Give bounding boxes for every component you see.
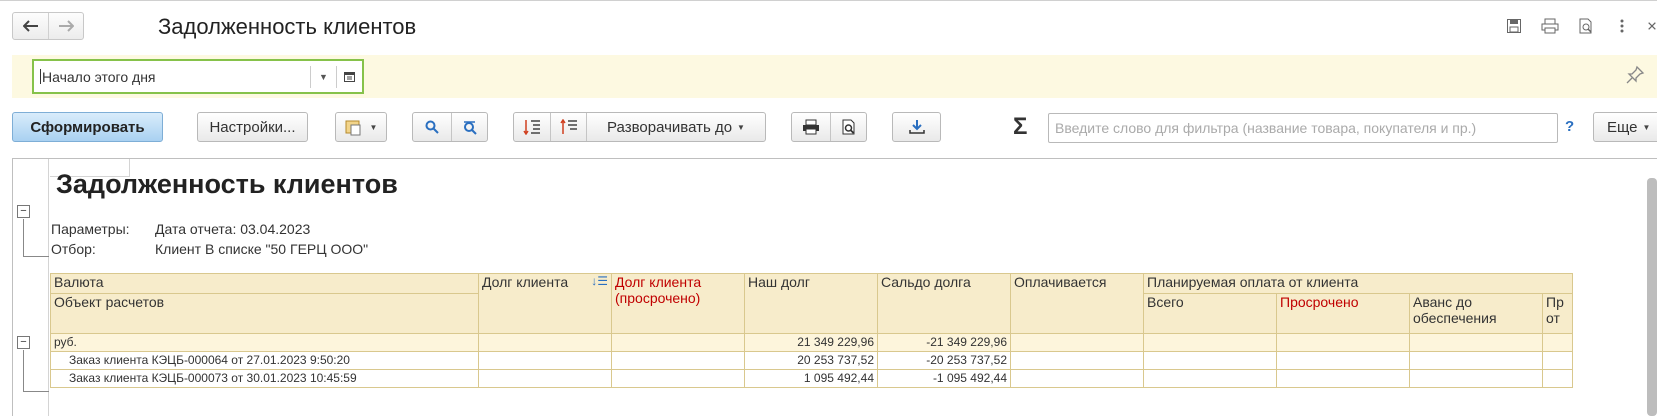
group-row[interactable]: руб. 21 349 229,96 -21 349 229,96 xyxy=(50,333,1573,352)
expand-all-button[interactable] xyxy=(514,113,550,141)
group-balance: -21 349 229,96 xyxy=(877,333,1011,352)
more-vertical-icon[interactable] xyxy=(1611,15,1633,37)
chevron-down-icon[interactable]: ▼ xyxy=(310,65,336,88)
search-icon xyxy=(425,120,439,134)
report-table: Валюта Долг клиента ↓☰ Долг клиента (про… xyxy=(50,273,1573,388)
collapse-levels-icon xyxy=(559,119,577,134)
header-row-1: Валюта Долг клиента ↓☰ Долг клиента (про… xyxy=(50,273,1573,334)
preview-button[interactable] xyxy=(830,113,866,141)
chevron-down-icon: ▼ xyxy=(1642,122,1651,132)
table-row[interactable]: Заказ клиента КЭЦБ-000064 от 27.01.2023 … xyxy=(50,351,1573,370)
download-icon xyxy=(908,120,925,134)
forward-button[interactable] xyxy=(48,13,83,39)
period-input[interactable]: Начало этого дня xyxy=(34,69,310,85)
report-params: Параметры: Дата отчета: 03.04.2023 xyxy=(51,221,310,237)
report-title: Задолженность клиентов xyxy=(56,169,398,199)
col-being-paid: Оплачивается xyxy=(1010,273,1144,334)
more-label: Еще xyxy=(1607,118,1638,136)
sort-desc-icon[interactable]: ↓☰ xyxy=(591,275,608,289)
col-advance: Аванс до обеспечения xyxy=(1409,293,1543,334)
sigma-icon[interactable]: Σ xyxy=(1013,113,1027,141)
row-balance: -20 253 737,52 xyxy=(877,351,1011,370)
filter-label: Отбор: xyxy=(51,241,96,257)
col-advance-line1: Аванс до xyxy=(1413,294,1472,311)
row-object[interactable]: Заказ клиента КЭЦБ-000064 от 27.01.2023 … xyxy=(50,351,479,370)
print-button[interactable] xyxy=(792,113,830,141)
arrow-right-icon xyxy=(59,20,74,32)
table-row[interactable]: Заказ клиента КЭЦБ-000073 от 30.01.2023 … xyxy=(50,369,1573,388)
col-client-debt-overdue: Долг клиента (просрочено) xyxy=(611,273,745,334)
settings-button[interactable]: Настройки... xyxy=(197,112,308,142)
col-planned-payment: Планируемая оплата от клиента xyxy=(1143,273,1573,294)
calendar-icon[interactable] xyxy=(336,65,362,88)
col-client-debt-label: Долг клиента xyxy=(482,274,569,291)
params-label: Параметры: xyxy=(51,221,130,237)
generate-button[interactable]: Сформировать xyxy=(12,112,163,142)
print-group xyxy=(791,112,867,142)
close-icon[interactable] xyxy=(1647,15,1657,37)
col-overdue: Просрочено xyxy=(1276,293,1410,334)
group-our-debt: 21 349 229,96 xyxy=(744,333,878,352)
page-title: Задолженность клиентов xyxy=(158,14,417,39)
col-our-debt: Наш долг xyxy=(744,273,878,334)
navigation-buttons xyxy=(12,12,84,40)
save-icon[interactable] xyxy=(1503,15,1525,37)
grouping-group: Разворачивать до ▼ xyxy=(513,112,766,142)
group-bracket xyxy=(23,350,49,392)
row-object[interactable]: Заказ клиента КЭЦБ-000073 от 30.01.2023 … xyxy=(50,369,479,388)
row-our-debt: 1 095 492,44 xyxy=(744,369,878,388)
row-our-debt: 20 253 737,52 xyxy=(744,351,878,370)
vertical-scrollbar[interactable] xyxy=(1647,178,1657,416)
params-value: Дата отчета: 03.04.2023 xyxy=(155,221,311,237)
parameters-panel: Начало этого дня ▼ xyxy=(12,55,1657,98)
collapse-header-icon[interactable]: − xyxy=(17,205,30,218)
help-button[interactable]: ? xyxy=(1565,118,1574,135)
col-total: Всего xyxy=(1143,293,1277,334)
window-top-border xyxy=(0,0,1657,1)
filter-input[interactable] xyxy=(1048,113,1558,143)
col-settlement-object: Объект расчетов xyxy=(50,293,479,334)
col-debt-balance: Сальдо долга xyxy=(877,273,1011,334)
col-pr-line1: Пр xyxy=(1546,294,1564,311)
col-overdue-line2: (просрочено) xyxy=(615,290,701,306)
col-pr-line2: от xyxy=(1546,310,1560,326)
expand-to-dropdown[interactable]: Разворачивать до ▼ xyxy=(586,113,765,141)
search-next-button[interactable] xyxy=(451,113,487,141)
print-preview-icon xyxy=(842,119,854,134)
group-name: руб. xyxy=(50,333,479,352)
col-overdue-line1: Долг клиента xyxy=(615,274,702,291)
collapse-group-icon[interactable]: − xyxy=(17,336,30,349)
expand-levels-icon xyxy=(523,120,540,135)
print-icon[interactable] xyxy=(1539,15,1561,37)
report-area[interactable]: − Задолженность клиентов Параметры: Дата … xyxy=(12,158,1657,416)
more-button[interactable]: Еще ▼ xyxy=(1593,112,1657,142)
search-next-icon xyxy=(463,121,477,135)
arrow-left-icon xyxy=(22,20,38,32)
pin-icon[interactable] xyxy=(1625,65,1645,88)
col-advance-line2: обеспечения xyxy=(1413,310,1497,326)
save-to-file-button[interactable] xyxy=(892,112,941,142)
report-filter: Отбор: Клиент В списке "50 ГЕРЦ ООО" xyxy=(51,241,368,257)
chevron-down-icon: ▼ xyxy=(737,122,745,132)
col-currency: Валюта xyxy=(50,273,479,294)
expand-to-label: Разворачивать до xyxy=(607,118,733,136)
variants-button[interactable]: ▼ xyxy=(335,112,387,142)
printer-icon xyxy=(803,119,819,135)
search-group xyxy=(412,112,488,142)
group-bracket xyxy=(23,219,49,257)
period-field[interactable]: Начало этого дня ▼ xyxy=(32,59,364,94)
row-balance: -1 095 492,44 xyxy=(877,369,1011,388)
preview-icon[interactable] xyxy=(1575,15,1597,37)
col-pr: Пр от xyxy=(1542,293,1573,334)
col-client-debt[interactable]: Долг клиента ↓☰ xyxy=(478,273,612,334)
chevron-down-icon: ▼ xyxy=(369,122,378,132)
search-button[interactable] xyxy=(413,113,451,141)
filter-value: Клиент В списке "50 ГЕРЦ ООО" xyxy=(155,241,369,257)
collapse-all-button[interactable] xyxy=(550,113,586,141)
report-variants-icon xyxy=(345,120,361,136)
back-button[interactable] xyxy=(13,13,48,39)
title-actions xyxy=(1503,15,1657,37)
